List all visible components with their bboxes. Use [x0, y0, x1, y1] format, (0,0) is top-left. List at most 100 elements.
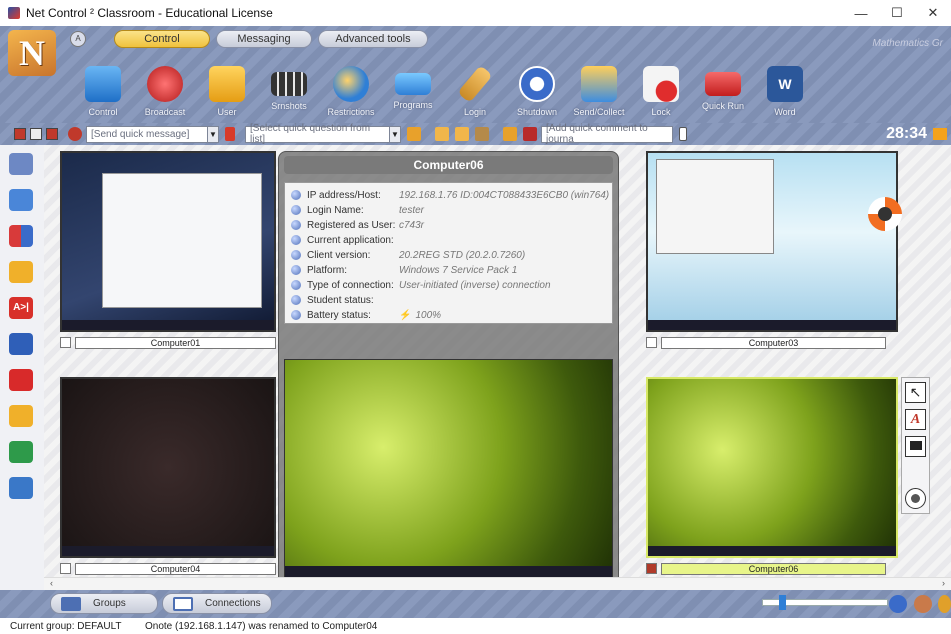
connections-tab[interactable]: Connections — [162, 593, 272, 614]
login-tool-button[interactable]: Login — [444, 64, 506, 122]
shutdown-tool-button[interactable]: Shutdown — [506, 64, 568, 122]
monitor-icon — [85, 66, 121, 102]
black-screen-icon[interactable] — [905, 436, 926, 457]
info-row-connection: Type of connection: User-initiated (inver… — [291, 278, 611, 292]
layout-grid-icon[interactable] — [9, 225, 33, 247]
computer01-screen[interactable] — [60, 151, 276, 332]
info-bullet-icon — [291, 295, 301, 305]
user-icon — [209, 66, 245, 102]
internet-explorer-icon — [333, 66, 369, 102]
computer06-checkbox[interactable] — [646, 563, 657, 574]
session-timer: 28:34 — [886, 125, 927, 142]
quick-message-input[interactable]: [Send quick message] — [86, 125, 208, 143]
ribbon: N A Control Messaging Advanced tools Mat… — [0, 26, 951, 123]
user-tool-button[interactable]: User — [196, 64, 258, 122]
maximize-button[interactable]: ☐ — [879, 0, 915, 26]
lock-tool-button[interactable]: Lock — [630, 64, 692, 122]
taskbar — [648, 320, 896, 330]
search-icon[interactable] — [9, 189, 33, 211]
quick-comment-input[interactable]: [Add quick comment to journa — [541, 123, 673, 145]
app-logo[interactable]: N — [8, 30, 56, 76]
refresh-icon[interactable] — [9, 153, 33, 175]
bottom-bar: Groups Connections — [0, 590, 951, 618]
text-tool-icon[interactable]: A>| — [9, 297, 33, 319]
computer04-screen[interactable] — [60, 377, 276, 558]
emoji-icon[interactable] — [938, 595, 951, 613]
info-bullet-icon — [291, 235, 301, 245]
key-icon — [457, 65, 493, 103]
quick-run-tool-button[interactable]: Quick Run — [692, 64, 754, 122]
info-row-application: Current application: — [291, 233, 611, 247]
star-empty-icon[interactable] — [475, 127, 489, 141]
zoom-fit-icon[interactable] — [889, 595, 907, 613]
computer03-screen[interactable] — [646, 151, 898, 332]
computer03-checkbox[interactable] — [646, 337, 657, 348]
tab-circle-button[interactable]: A — [70, 31, 86, 47]
yellow-flag-icon[interactable] — [9, 405, 33, 427]
info-bullet-icon — [291, 220, 301, 230]
text-annotate-icon[interactable]: A — [905, 409, 926, 430]
zoom-slider-knob[interactable] — [779, 595, 786, 610]
computer04-checkbox[interactable] — [60, 563, 71, 574]
info-row-ip: IP address/Host: 192.168.1.76 ID:004CT088… — [291, 188, 611, 202]
restrictions-tool-button[interactable]: Restrictions — [320, 64, 382, 122]
scroll-left-icon[interactable]: ‹ — [50, 578, 53, 588]
mouse-lock-icon — [643, 66, 679, 102]
send-collect-tool-button[interactable]: Send/Collect — [568, 64, 630, 122]
user-avatar-icon[interactable] — [914, 595, 932, 613]
computer04-label: Computer04 — [75, 563, 276, 575]
close-button[interactable]: ✕ — [915, 0, 951, 26]
scroll-right-icon[interactable]: › — [942, 578, 945, 588]
minimize-button[interactable]: — — [843, 0, 879, 26]
lock-icon[interactable] — [9, 261, 33, 283]
cursor-arrow-icon[interactable]: ↖ — [905, 382, 926, 403]
lifebuoy-help-icon[interactable] — [868, 197, 902, 231]
popup-screen-preview[interactable] — [284, 359, 613, 579]
taskbar — [648, 546, 896, 556]
groups-tab[interactable]: Groups — [50, 593, 158, 614]
users-icon[interactable] — [9, 477, 33, 499]
connections-icon — [173, 596, 193, 611]
computer06-label: Computer06 — [661, 563, 886, 575]
computer-info-popup[interactable]: Computer06 IP address/Host: 192.168.1.76 … — [278, 151, 619, 610]
popup-info-panel: IP address/Host: 192.168.1.76 ID:004CT088… — [284, 182, 613, 324]
tab-messaging[interactable]: Messaging — [216, 30, 312, 48]
star-half-icon[interactable] — [455, 127, 469, 141]
tab-advanced-tools[interactable]: Advanced tools — [318, 30, 428, 48]
hand-raise-icon[interactable] — [503, 127, 517, 141]
star-icon[interactable] — [435, 127, 449, 141]
gear-icon[interactable] — [68, 127, 82, 141]
control-tool-button[interactable]: Control — [72, 64, 134, 122]
programs-tool-button[interactable]: Programs — [382, 64, 444, 122]
red-flag-icon[interactable] — [9, 369, 33, 391]
quick-question-select[interactable]: [Select quick question from list] — [245, 123, 390, 145]
question-icon[interactable] — [407, 127, 421, 141]
shuffle-icon[interactable] — [9, 333, 33, 355]
record-icon[interactable] — [905, 488, 926, 509]
horizontal-scrollbar[interactable]: ‹ › — [44, 577, 951, 590]
hand-down-icon[interactable] — [523, 127, 537, 141]
select-none-checkbox[interactable] — [30, 128, 42, 140]
journal-icon[interactable] — [679, 127, 687, 141]
select-all-checkbox[interactable] — [14, 128, 26, 140]
green-flag-icon[interactable] — [9, 441, 33, 463]
invert-selection-checkbox[interactable] — [46, 128, 58, 140]
app-icon — [8, 7, 20, 19]
screenshots-tool-button[interactable]: Srnshots — [258, 64, 320, 122]
computer01-checkbox[interactable] — [60, 337, 71, 348]
chevron-down-icon[interactable]: ▼ — [389, 125, 401, 143]
computer06-screen[interactable] — [646, 377, 898, 558]
tab-control[interactable]: Control — [114, 30, 210, 48]
arrow-right-icon[interactable] — [933, 128, 947, 140]
class-watermark: Mathematics Gr — [872, 38, 943, 49]
taskbar — [62, 320, 274, 330]
chevron-down-icon[interactable]: ▼ — [207, 125, 219, 143]
word-tool-button[interactable]: W Word — [754, 64, 816, 122]
info-row-client-version: Client version: 20.2REG STD (20.2.0.7260) — [291, 248, 611, 262]
info-bullet-icon — [291, 250, 301, 260]
broadcast-icon — [147, 66, 183, 102]
broadcast-tool-button[interactable]: Broadcast — [134, 64, 196, 122]
zoom-slider[interactable] — [762, 595, 888, 610]
text-color-icon[interactable] — [225, 127, 235, 141]
filmstrip-icon — [271, 72, 307, 96]
